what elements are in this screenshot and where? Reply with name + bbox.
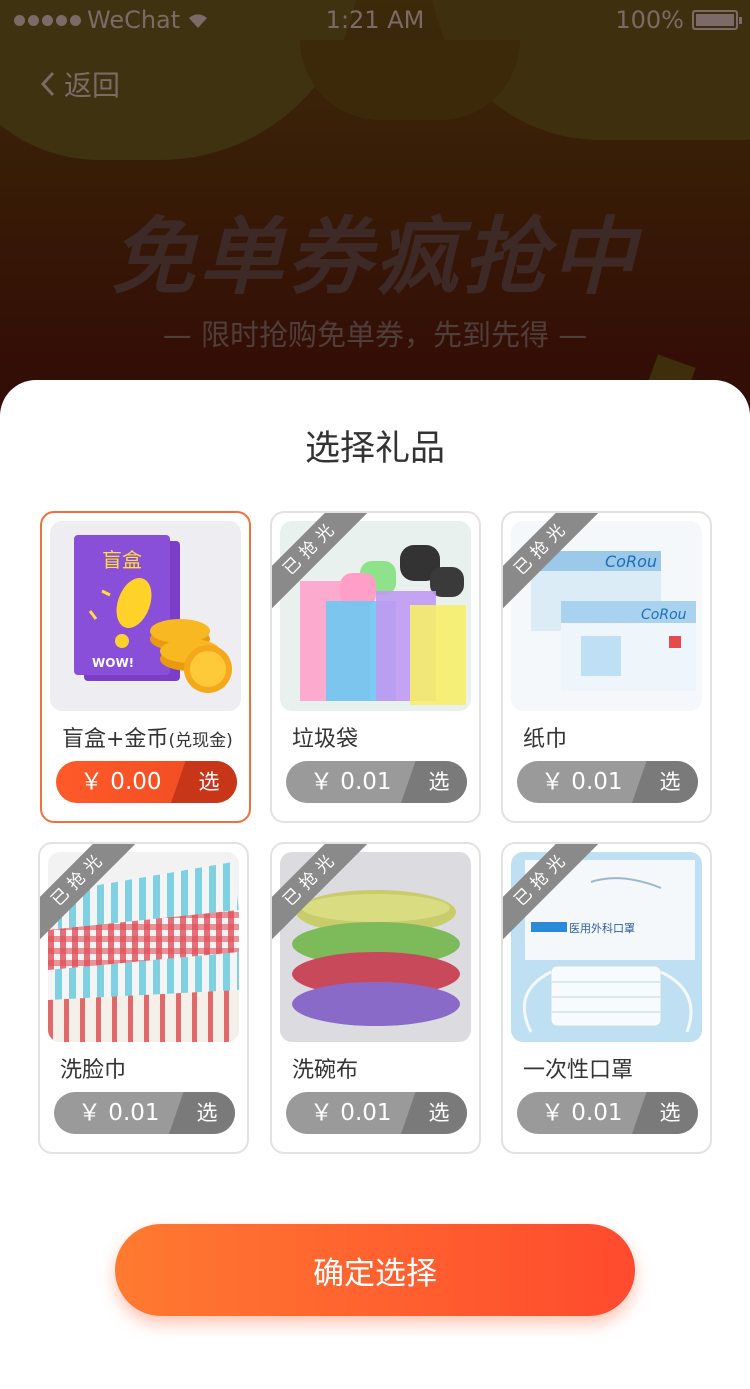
gift-card-tissues[interactable]: CoRou CoRou 已抢光 纸巾 ￥ 0.01 选 [501, 511, 712, 823]
gift-name-text: 盲盒+金币 [62, 727, 169, 752]
sold-out-label: 已抢光 [272, 844, 375, 943]
sold-out-badge: 已抢光 [503, 844, 613, 954]
back-label: 返回 [64, 69, 121, 102]
sold-out-badge: 已抢光 [40, 844, 150, 954]
gift-price: ￥ 0.01 [78, 1100, 160, 1126]
gift-image-blind-box: 盲盒 WOW! [50, 521, 241, 711]
gift-price: ￥ 0.01 [541, 769, 623, 795]
battery-icon [692, 10, 742, 30]
gift-name-text: 一次性口罩 [523, 1058, 634, 1083]
gift-name: 盲盒+金币(兑现金) [62, 721, 233, 753]
hero-title: 免单券疯抢中 [110, 208, 639, 306]
sold-out-label: 已抢光 [503, 844, 606, 943]
sold-out-label: 已抢光 [503, 513, 606, 612]
gift-name-suffix: (兑现金) [168, 731, 233, 751]
sold-out-badge: 已抢光 [503, 513, 613, 623]
confirm-selection-button[interactable]: 确定选择 [115, 1224, 635, 1316]
gift-name-text: 洗脸巾 [60, 1058, 127, 1083]
gift-card-masks[interactable]: 医用外科口罩 已抢光 一次性口罩 ￥ 0.01 选 [501, 842, 712, 1154]
gift-price: ￥ 0.00 [80, 769, 162, 795]
status-battery-group: 100% [615, 6, 742, 34]
gift-name: 一次性口罩 [523, 1052, 633, 1084]
gift-card-trash-bags[interactable]: 已抢光 垃圾袋 ￥ 0.01 选 [270, 511, 481, 823]
back-button[interactable]: 返回 [38, 64, 120, 104]
gift-name: 洗脸巾 [60, 1052, 126, 1084]
status-bar: WeChat 1:21 AM 100% [0, 0, 750, 42]
sheet-title: 选择礼品 [304, 429, 445, 469]
select-gift-button[interactable]: ￥ 0.01 选 [286, 761, 467, 803]
gift-name-text: 洗碗布 [292, 1058, 359, 1083]
gift-card-scrub-sponges[interactable]: 已抢光 洗碗布 ￥ 0.01 选 [270, 842, 481, 1154]
hero-subtitle: — 限时抢购免单券，先到先得 — [162, 318, 588, 352]
select-gift-button[interactable]: ￥ 0.01 选 [517, 1092, 698, 1134]
gift-name: 纸巾 [523, 721, 567, 753]
select-gift-button[interactable]: ￥ 0.01 选 [517, 761, 698, 803]
gift-price: ￥ 0.01 [310, 1100, 392, 1126]
gift-name-text: 纸巾 [523, 727, 568, 752]
battery-percent: 100% [615, 6, 684, 34]
sold-out-label: 已抢光 [272, 513, 375, 612]
gift-name: 洗碗布 [292, 1052, 358, 1084]
sold-out-badge: 已抢光 [272, 513, 382, 623]
box-label: 盲盒 [102, 548, 142, 572]
select-gift-button[interactable]: ￥ 0.01 选 [286, 1092, 467, 1134]
chevron-left-icon [40, 71, 55, 97]
sold-out-badge: 已抢光 [272, 844, 382, 954]
gift-card-face-towels[interactable]: 已抢光 洗脸巾 ￥ 0.01 选 [38, 842, 249, 1154]
gift-name: 垃圾袋 [292, 721, 358, 753]
gift-price: ￥ 0.01 [541, 1100, 623, 1126]
select-gift-button[interactable]: ￥ 0.00 选 [56, 761, 237, 803]
box-wow: WOW! [92, 656, 134, 670]
gift-card-blind-box[interactable]: 盲盒 WOW! 盲盒+金币(兑现金) ￥ 0.00 选 [40, 511, 251, 823]
gift-selection-sheet: 选择礼品 盲盒 WOW! 盲盒+金币(兑现金) ￥ 0.00 选 已抢光 垃圾袋… [0, 380, 750, 1389]
sold-out-label: 已抢光 [40, 844, 143, 943]
gift-name-text: 垃圾袋 [292, 727, 359, 752]
tissue-brand-2: CoRou [641, 607, 687, 623]
gift-price: ￥ 0.01 [310, 769, 392, 795]
select-gift-button[interactable]: ￥ 0.01 选 [54, 1092, 235, 1134]
